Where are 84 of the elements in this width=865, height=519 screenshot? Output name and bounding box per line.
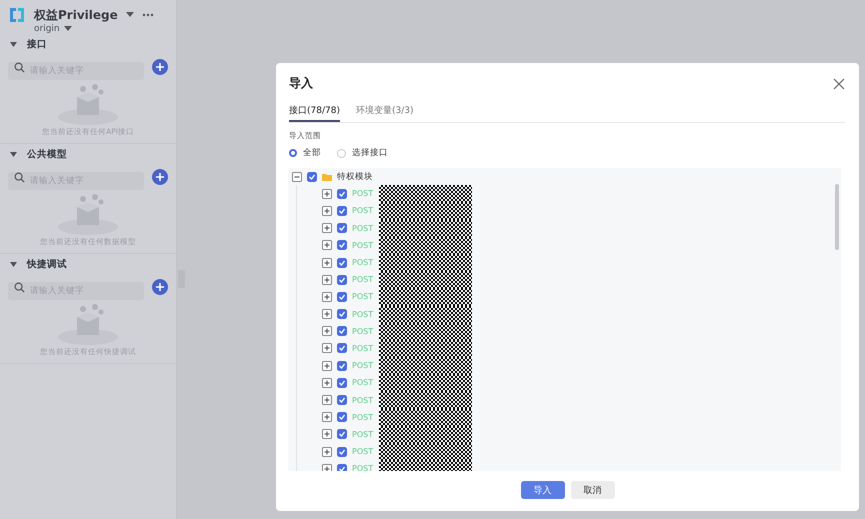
logo-icon xyxy=(8,6,26,24)
add-icon[interactable] xyxy=(152,59,168,75)
checkbox[interactable] xyxy=(337,309,347,320)
more-icon[interactable] xyxy=(142,13,154,17)
caret-icon[interactable] xyxy=(64,26,72,32)
branch-name[interactable]: origin xyxy=(34,24,60,34)
add-icon[interactable] xyxy=(152,169,168,185)
expand-toggle[interactable] xyxy=(322,258,332,268)
expand-toggle[interactable] xyxy=(322,446,332,457)
dialog-title: 导入 xyxy=(289,75,313,92)
collapse-icon[interactable] xyxy=(10,42,17,47)
checkbox[interactable] xyxy=(337,395,347,406)
method-label: POST xyxy=(352,224,374,233)
expand-toggle[interactable] xyxy=(322,240,332,250)
collapse-icon[interactable] xyxy=(10,262,17,267)
tree-node-label[interactable]: 特权模块 xyxy=(337,170,373,183)
method-label: POST xyxy=(352,447,374,456)
method-label: POST xyxy=(352,430,374,439)
checkbox[interactable] xyxy=(337,292,347,302)
search-icon xyxy=(14,282,25,292)
expand-toggle[interactable] xyxy=(322,343,332,354)
checkbox[interactable] xyxy=(307,172,317,182)
section-title[interactable]: 公共模型 xyxy=(27,148,67,161)
tab[interactable]: 接口(78/78) xyxy=(289,104,340,122)
checkbox[interactable] xyxy=(337,223,347,234)
close-icon[interactable] xyxy=(833,78,845,90)
caret-icon[interactable] xyxy=(126,12,134,18)
project-name[interactable]: 权益Privilege xyxy=(34,6,118,24)
method-label: POST xyxy=(352,206,374,216)
expand-toggle[interactable] xyxy=(322,412,332,422)
expand-toggle[interactable] xyxy=(322,309,332,320)
checkbox[interactable] xyxy=(337,258,347,268)
checkbox[interactable] xyxy=(337,240,347,250)
method-label: POST xyxy=(352,412,374,422)
checkbox[interactable] xyxy=(337,464,347,471)
radio-label[interactable]: 选择接口 xyxy=(352,147,388,159)
checkbox[interactable] xyxy=(337,446,347,457)
collapse-icon[interactable] xyxy=(10,152,17,157)
section-title[interactable]: 快捷调试 xyxy=(27,258,67,271)
folder-icon xyxy=(322,172,332,181)
checkbox[interactable] xyxy=(337,429,347,440)
add-icon[interactable] xyxy=(152,279,168,295)
expand-toggle[interactable] xyxy=(322,395,332,406)
method-label: POST xyxy=(352,326,374,336)
method-label: POST xyxy=(352,240,374,250)
expand-toggle[interactable] xyxy=(322,292,332,302)
cancel-button[interactable]: 取消 xyxy=(570,481,614,499)
expand-toggle[interactable] xyxy=(322,326,332,336)
method-label: POST xyxy=(352,464,374,471)
section-title[interactable]: 接口 xyxy=(27,38,47,51)
method-label: POST xyxy=(352,258,374,268)
checkbox[interactable] xyxy=(337,326,347,336)
radio-button[interactable] xyxy=(337,148,346,158)
method-label: POST xyxy=(352,344,374,353)
import-button[interactable]: 导入 xyxy=(520,481,564,499)
expand-toggle[interactable] xyxy=(322,360,332,371)
checkbox[interactable] xyxy=(337,188,347,199)
expand-toggle[interactable] xyxy=(322,429,332,440)
expand-toggle[interactable] xyxy=(322,223,332,234)
tab[interactable]: 环境变量(3/3) xyxy=(356,104,414,122)
checkbox[interactable] xyxy=(337,412,347,422)
method-label: POST xyxy=(352,361,374,370)
expand-toggle[interactable] xyxy=(322,378,332,388)
search-icon xyxy=(14,172,25,182)
search-icon xyxy=(14,62,25,72)
checkbox[interactable] xyxy=(337,360,347,371)
expand-toggle[interactable] xyxy=(322,464,332,471)
checkbox[interactable] xyxy=(337,378,347,388)
method-label: POST xyxy=(352,292,374,302)
checkbox[interactable] xyxy=(337,343,347,354)
expand-toggle[interactable] xyxy=(322,274,332,285)
radio-button[interactable] xyxy=(289,149,297,157)
checkbox[interactable] xyxy=(337,274,347,285)
expand-toggle[interactable] xyxy=(322,188,332,199)
checkbox[interactable] xyxy=(337,206,347,216)
method-label: POST xyxy=(352,310,374,319)
method-label: POST xyxy=(352,378,374,388)
method-label: POST xyxy=(352,396,374,405)
radio-label[interactable]: 全部 xyxy=(303,147,321,159)
scrollbar[interactable] xyxy=(835,184,839,250)
method-label: POST xyxy=(352,275,374,284)
method-label: POST xyxy=(352,189,374,198)
expand-toggle[interactable] xyxy=(322,206,332,216)
collapse-toggle[interactable] xyxy=(292,172,302,182)
